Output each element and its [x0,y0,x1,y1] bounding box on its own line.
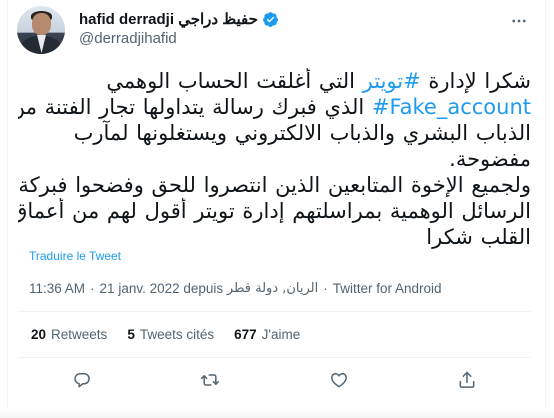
reply-icon[interactable] [65,363,99,397]
tweet-line: شكرا لإدارة #تويتر التي أغلقت الحساب الو… [106,69,531,93]
more-dots-icon[interactable] [508,10,530,32]
share-icon[interactable] [450,363,484,397]
tweet-line: الذباب البشري والذباب الالكتروني ويستغلو… [73,121,531,145]
tweet-text: شكرا لإدارة #تويتر التي أغلقت الحساب الو… [18,68,531,250]
verified-badge-icon [262,11,278,27]
tweet-line: الرسائل الوهمية بمراسلتهم إدارة تويتر أق… [18,199,531,223]
author-handle[interactable]: @derradjihafid [79,30,177,47]
quotes-stat[interactable]: 5 Tweets cités [127,327,214,342]
tweet-line: مفضوحة. [449,147,531,171]
tweet-actions [18,362,531,398]
tweet-stats: 20 Retweets 5 Tweets cités 677 J'aime [31,327,320,342]
retweet-icon[interactable] [193,363,227,397]
likes-stat[interactable]: 677 J'aime [234,327,300,342]
page-edge [0,409,554,418]
divider [18,357,531,358]
tweet-line: القلب شكرا [426,225,531,249]
author-name-row[interactable]: hafid derradji حفيظ دراجي [79,9,279,29]
author-display-name[interactable]: hafid derradji حفيظ دراجي [79,10,258,28]
heart-icon[interactable] [322,363,356,397]
author-avatar[interactable] [17,6,65,54]
tweet-meta: 11:36 AM · 21 janv. 2022 depuis الريان, … [29,281,442,296]
tweet-source[interactable]: Twitter for Android [333,281,442,296]
hashtag-link[interactable]: #تويتر [363,69,421,93]
hashtag-link[interactable]: #Fake_account [372,95,531,119]
retweets-stat[interactable]: 20 Retweets [31,327,107,342]
tweet-date[interactable]: 21 janv. 2022 depuis [100,281,224,296]
tweet-place: الريان, دولة قطر [226,281,319,296]
tweet-line: #Fake_account الذي فبرك رسالة يتداولها ت… [18,95,531,119]
tweet-time[interactable]: 11:36 AM [29,281,85,296]
divider [18,311,531,312]
translate-tweet-link[interactable]: Traduire le Tweet [29,249,121,263]
tweet-line: ولجميع الإخوة المتابعين الذين انتصروا لل… [18,173,531,197]
